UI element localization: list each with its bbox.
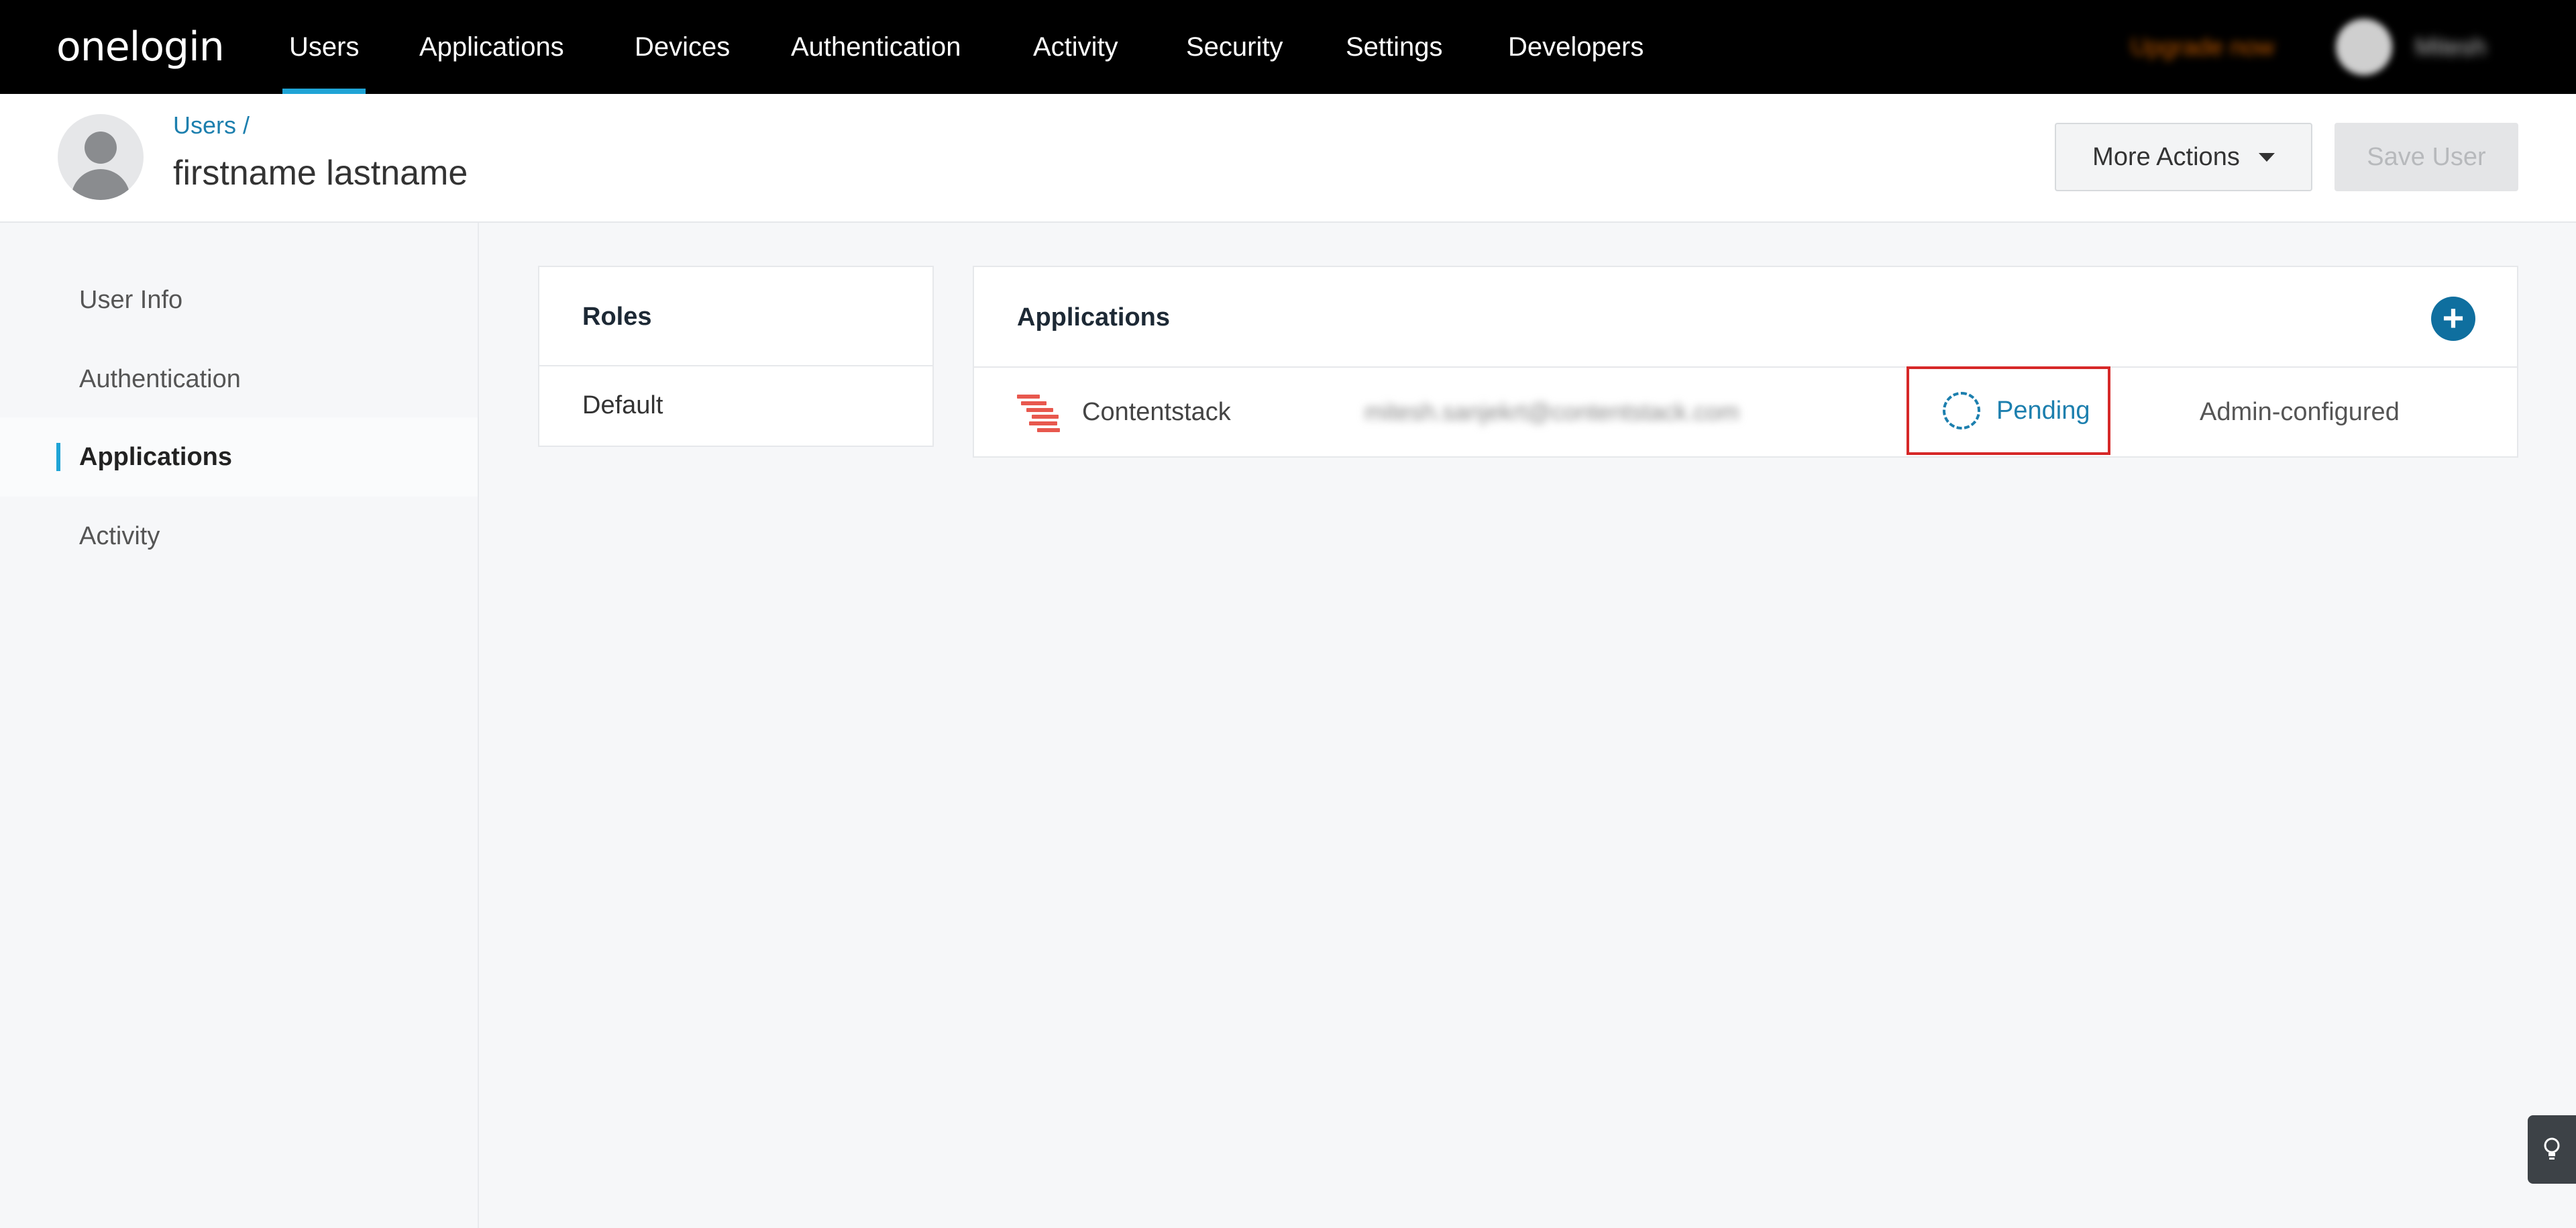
nav-devices[interactable]: Devices: [635, 0, 730, 94]
sidebar-item-activity[interactable]: Activity: [0, 497, 478, 576]
nav-developers[interactable]: Developers: [1508, 0, 1644, 94]
breadcrumb-users[interactable]: Users /: [173, 111, 250, 140]
avatar-head-shape: [85, 132, 117, 164]
roles-heading: Roles: [539, 267, 932, 366]
add-application-button[interactable]: +: [2431, 297, 2475, 341]
pending-spinner-icon: [1943, 392, 1980, 429]
user-avatar: [58, 114, 144, 200]
save-user-button[interactable]: Save User: [2334, 123, 2518, 191]
upgrade-link[interactable]: Upgrade now: [2131, 0, 2274, 94]
more-actions-label: More Actions: [2092, 142, 2240, 171]
app-login-email: mitesh.sanjekrt@contentstack.com: [1364, 398, 1739, 425]
roles-panel: Roles Default: [538, 266, 934, 447]
onelogin-logo[interactable]: onelogin: [56, 20, 225, 74]
account-name[interactable]: Mitesh: [2415, 0, 2486, 94]
account-avatar[interactable]: [2336, 19, 2392, 75]
left-sidebar: User Info Authentication Applications Ac…: [0, 223, 479, 1228]
table-row[interactable]: Contentstack mitesh.sanjekrt@contentstac…: [974, 366, 2517, 456]
applications-panel: Applications + Contentstack mitesh.sanje…: [973, 266, 2518, 458]
page-header: Users / firstname lastname More Actions …: [0, 94, 2576, 223]
role-item-default: Default: [582, 391, 663, 419]
applications-panel-header: Applications +: [974, 267, 2517, 368]
sidebar-item-user-info[interactable]: User Info: [0, 260, 478, 340]
app-provisioning-type: Admin-configured: [2200, 398, 2400, 426]
contentstack-icon: [1017, 395, 1060, 432]
applications-heading: Applications: [1017, 303, 1171, 331]
more-actions-button[interactable]: More Actions: [2055, 123, 2312, 191]
app-status-label: Pending: [1996, 396, 2090, 425]
nav-security[interactable]: Security: [1186, 0, 1283, 94]
nav-activity[interactable]: Activity: [1033, 0, 1118, 94]
sidebar-item-authentication[interactable]: Authentication: [0, 340, 478, 419]
nav-users[interactable]: Users: [282, 0, 366, 94]
nav-authentication[interactable]: Authentication: [791, 0, 961, 94]
caret-down-icon: [2258, 152, 2275, 162]
top-navigation-bar: onelogin Users Applications Devices Auth…: [0, 0, 2576, 94]
nav-applications[interactable]: Applications: [419, 0, 564, 94]
sidebar-item-applications[interactable]: Applications: [0, 417, 478, 497]
page-title: firstname lastname: [173, 154, 468, 193]
nav-settings[interactable]: Settings: [1346, 0, 1443, 94]
avatar-body-shape: [71, 169, 130, 200]
app-status-pending[interactable]: Pending: [1907, 366, 2110, 455]
app-name[interactable]: Contentstack: [1082, 368, 1231, 456]
help-button[interactable]: [2528, 1115, 2576, 1184]
lightbulb-icon: [2544, 1137, 2560, 1160]
